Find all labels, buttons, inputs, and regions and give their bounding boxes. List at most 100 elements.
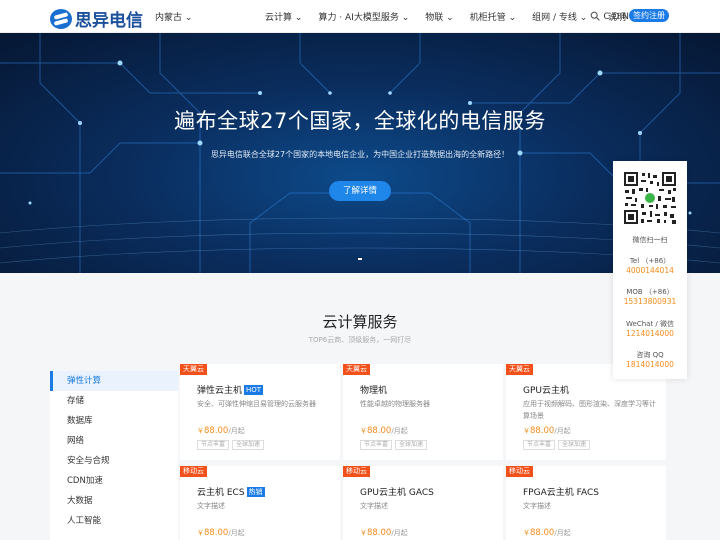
product-card[interactable]: 移动云 FPGA云主机 FACS 文字描述 ￥88.00/月起 xyxy=(506,466,666,540)
provider-tag: 天翼云 xyxy=(343,364,370,375)
nav-item-iot[interactable]: 物联 ⌄ xyxy=(425,10,453,23)
price-value: 88.00 xyxy=(530,426,555,436)
nav-label: 物联 xyxy=(425,13,444,23)
logo-icon xyxy=(50,8,72,29)
card-title: GPU云主机 GACS xyxy=(360,488,434,498)
tel-number[interactable]: 4000144014 xyxy=(613,266,687,275)
product-card[interactable]: 天翼云 物理机 性能卓越的物理服务器 ￥88.00/月起 节点丰富 全球加速 xyxy=(343,364,503,460)
mob-number[interactable]: 15313800931 xyxy=(613,297,687,306)
card-description: 性能卓越的物理服务器 xyxy=(360,400,430,408)
nav-item-network[interactable]: 组网 / 专线 ⌄ xyxy=(532,10,587,23)
product-card[interactable]: 移动云 云主机 ECS 热销 文字描述 ￥88.00/月起 xyxy=(180,466,340,540)
top-header: 思异电信 内蒙古 ⌄ 云计算 ⌄ 算力 · AI大模型服务 ⌄ 物联 ⌄ 机柜托… xyxy=(0,0,720,33)
card-description: 文字描述 xyxy=(360,502,388,510)
search-icon[interactable] xyxy=(590,11,600,21)
region-label: 内蒙古 xyxy=(155,13,183,23)
carousel-indicator[interactable] xyxy=(358,258,362,260)
brand-name: 思异电信 xyxy=(75,11,143,31)
region-selector[interactable]: 内蒙古 ⌄ xyxy=(155,10,192,23)
price-value: 88.00 xyxy=(204,528,229,538)
brand-logo[interactable]: 思异电信 xyxy=(50,6,143,31)
chevron-down-icon: ⌄ xyxy=(401,13,410,23)
hero-banner: 遍布全球27个国家，全球化的电信服务 思异电信联合全球27个国家的本地电信企业，… xyxy=(0,33,720,273)
feature-chip: 全球加速 xyxy=(232,440,265,450)
card-price: ￥88.00/月起 xyxy=(523,426,571,436)
hot-badge: HOT xyxy=(244,385,264,395)
price-unit: /月起 xyxy=(554,427,571,435)
sidebar-item-elastic[interactable]: 弹性计算 xyxy=(50,371,178,391)
learn-more-button[interactable]: 了解详情 xyxy=(329,181,391,201)
nav-item-idc[interactable]: 机柜托管 ⌄ xyxy=(470,10,516,23)
wechat-qr-code xyxy=(622,170,678,226)
card-title-text: 弹性云主机 xyxy=(197,386,243,396)
feature-chips: 节点丰富 全球加速 xyxy=(523,440,591,450)
provider-tag: 天翼云 xyxy=(506,364,533,375)
nav-label: 云计算 xyxy=(265,13,293,23)
nav-label: 组网 / 专线 xyxy=(532,13,577,23)
card-title: FPGA云主机 FACS xyxy=(523,488,599,498)
sidebar-item-cdn[interactable]: CDN加速 xyxy=(50,471,178,491)
chevron-down-icon: ⌄ xyxy=(508,13,517,23)
hero-subtitle: 思异电信联合全球27个国家的本地电信企业，为中国企业打造数据出海的全新路径！ xyxy=(210,150,510,159)
provider-tag: 移动云 xyxy=(180,466,207,477)
feature-chips: 节点丰富 全球加速 xyxy=(360,440,428,450)
feature-chip: 全球加速 xyxy=(558,440,591,450)
price-unit: /月起 xyxy=(554,529,571,537)
hero-title: 遍布全球27个国家，全球化的电信服务 xyxy=(174,109,546,133)
feature-chip: 节点丰富 xyxy=(523,440,556,450)
price-currency: ￥ xyxy=(523,529,530,537)
card-price: ￥88.00/月起 xyxy=(197,426,245,436)
feature-chip: 节点丰富 xyxy=(197,440,230,450)
product-card[interactable]: 天翼云 弹性云主机 HOT 安全、可弹性伸缩且易管理的云服务器 ￥88.00/月起… xyxy=(180,364,340,460)
feature-chip: 全球加速 xyxy=(395,440,428,450)
price-currency: ￥ xyxy=(360,427,367,435)
sidebar-item-security[interactable]: 安全与合规 xyxy=(50,451,178,471)
sidebar-item-storage[interactable]: 存储 xyxy=(50,391,178,411)
sidebar-item-database[interactable]: 数据库 xyxy=(50,411,178,431)
nav-item-cloud[interactable]: 云计算 ⌄ xyxy=(265,10,302,23)
hot-badge: 热销 xyxy=(246,487,265,497)
nav-label: 机柜托管 xyxy=(469,13,506,23)
wechat-label: WeChat / 微信 xyxy=(626,320,674,328)
card-title: GPU云主机 xyxy=(523,386,569,396)
price-currency: ￥ xyxy=(523,427,530,435)
price-currency: ￥ xyxy=(360,529,367,537)
cloud-section: 云计算服务 TOP6云商、顶级服务，一网打尽 弹性计算 存储 数据库 网络 安全… xyxy=(0,273,720,540)
qr-caption: 微信扫一扫 xyxy=(632,236,668,244)
wechat-id[interactable]: 1214014000 xyxy=(613,329,687,338)
feature-chip: 节点丰富 xyxy=(360,440,393,450)
card-price: ￥88.00/月起 xyxy=(197,528,245,538)
card-title: 云主机 ECS 热销 xyxy=(197,485,265,498)
qq-label: 咨询 QQ xyxy=(636,351,664,359)
price-value: 88.00 xyxy=(530,528,555,538)
card-description: 安全、可弹性伸缩且易管理的云服务器 xyxy=(197,400,316,408)
chevron-down-icon: ⌄ xyxy=(184,13,193,23)
price-value: 88.00 xyxy=(367,426,392,436)
sidebar-item-ai[interactable]: 人工智能 xyxy=(50,511,178,531)
price-unit: /月起 xyxy=(228,427,245,435)
card-price: ￥88.00/月起 xyxy=(360,528,408,538)
qq-number[interactable]: 1814014000 xyxy=(613,360,687,369)
sidebar-item-network[interactable]: 网络 xyxy=(50,431,178,451)
chevron-down-icon: ⌄ xyxy=(294,13,303,23)
price-currency: ￥ xyxy=(197,529,204,537)
provider-tag: 天翼云 xyxy=(180,364,207,375)
price-unit: /月起 xyxy=(228,529,245,537)
card-description: 文字描述 xyxy=(523,502,551,510)
card-title-text: 云主机 ECS xyxy=(197,488,245,498)
product-card[interactable]: 移动云 GPU云主机 GACS 文字描述 ￥88.00/月起 xyxy=(343,466,503,540)
card-description: 应用于视频解码、图形渲染、深度学习等计算场景 xyxy=(523,400,656,420)
provider-tag: 移动云 xyxy=(343,466,370,477)
contact-panel: 微信扫一扫 Tel （+86） 4000144014 MOB （+86） 153… xyxy=(613,161,687,379)
explain-link[interactable]: 说明 xyxy=(608,10,626,23)
signup-button[interactable]: 签约注册 xyxy=(629,9,669,22)
provider-tag: 移动云 xyxy=(506,466,533,477)
section-subtitle: TOP6云商、顶级服务，一网打尽 xyxy=(308,336,412,344)
card-price: ￥88.00/月起 xyxy=(523,528,571,538)
card-description: 文字描述 xyxy=(197,502,225,510)
sidebar-item-bigdata[interactable]: 大数据 xyxy=(50,491,178,511)
section-title: 云计算服务 xyxy=(322,313,398,331)
feature-chips: 节点丰富 全球加速 xyxy=(197,440,265,450)
nav-item-ai[interactable]: 算力 · AI大模型服务 ⌄ xyxy=(318,10,409,23)
chevron-down-icon: ⌄ xyxy=(446,13,454,23)
